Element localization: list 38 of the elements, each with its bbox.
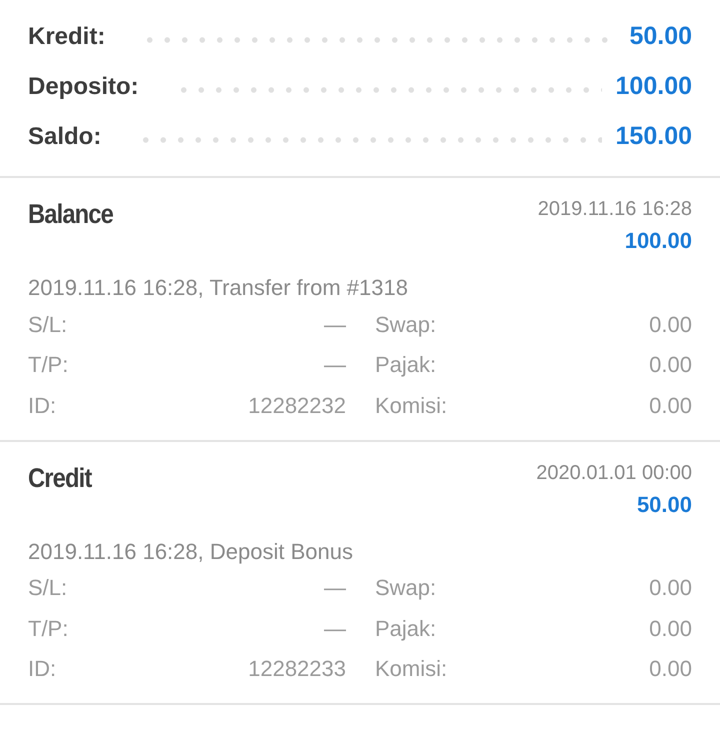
summary-value: 50.00 [629, 21, 692, 52]
field-value: — [324, 351, 346, 380]
field-label: Pajak: [375, 351, 436, 380]
field-value: 12282232 [248, 392, 346, 420]
summary-value: 150.00 [616, 121, 692, 152]
summary-value: 100.00 [616, 71, 692, 102]
entry-time: 2020.01.01 00:00 [536, 460, 692, 486]
field-label: Swap: [375, 574, 436, 602]
field-label: Pajak: [375, 614, 436, 643]
field-value: 0.00 [649, 351, 692, 380]
field-value: 0.00 [649, 392, 692, 420]
summary-label: Kredit: [28, 22, 106, 52]
field-label: T/P: [28, 351, 68, 380]
field-label: Swap: [375, 310, 436, 339]
field-value: — [324, 310, 346, 339]
field-value: 0.00 [649, 614, 692, 643]
field-label: S/L: [28, 310, 68, 339]
entry-title: Balance [28, 198, 113, 231]
summary-label: Deposito: [28, 72, 139, 102]
entry-comment: 2019.11.16 16:28, Transfer from #1318 [28, 274, 409, 302]
field-label: S/L: [28, 574, 68, 602]
field-label: ID: [28, 392, 56, 420]
field-value: 0.00 [649, 655, 692, 684]
field-value: 0.00 [649, 574, 692, 602]
field-label: T/P: [28, 614, 68, 643]
entry-amount: 100.00 [624, 227, 692, 255]
field-label: Komisi: [375, 655, 448, 684]
field-value: — [324, 574, 346, 602]
summary-label: Saldo: [28, 122, 102, 152]
entry-amount: 50.00 [636, 490, 692, 518]
field-label: ID: [28, 655, 56, 684]
entry-time: 2019.11.16 16:28 [538, 197, 692, 222]
entry-title: Credit [28, 462, 92, 494]
field-value: 0.00 [649, 310, 692, 339]
field-value: 12282233 [248, 655, 346, 684]
field-label: Komisi: [375, 392, 448, 420]
entry-comment: 2019.11.16 16:28, Deposit Bonus [28, 538, 354, 566]
field-value: — [324, 614, 346, 643]
